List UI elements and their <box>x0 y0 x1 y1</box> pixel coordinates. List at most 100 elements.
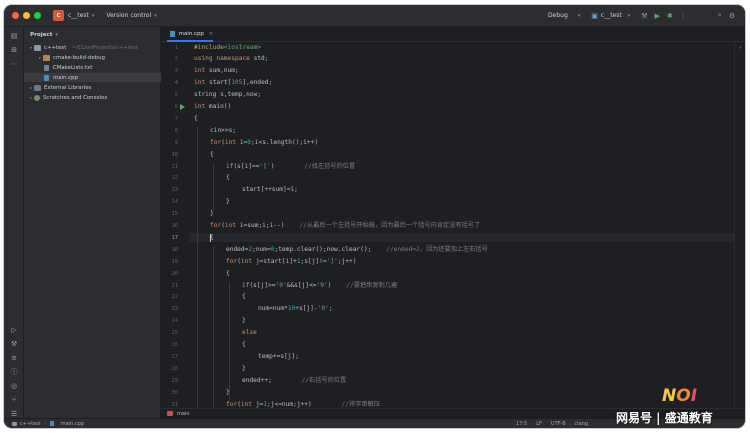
line-number[interactable]: 22 <box>161 293 179 301</box>
line-number[interactable]: 27 <box>161 353 179 361</box>
line-number[interactable]: 14 <box>161 198 179 206</box>
code-line[interactable]: if(s[i]=='[') //找左括号的位置 <box>226 163 355 171</box>
code-line[interactable]: { <box>226 174 230 182</box>
code-line[interactable]: else <box>242 329 257 337</box>
code-line[interactable]: int sum,num; <box>194 67 239 75</box>
run-icon[interactable]: ▶ <box>655 12 660 20</box>
debug-icon[interactable]: ✱ <box>667 12 673 20</box>
services-icon[interactable]: ◎ <box>9 381 19 391</box>
code-line[interactable]: { <box>194 115 198 123</box>
line-number[interactable]: 10 <box>161 151 179 159</box>
line-number[interactable]: 24 <box>161 317 179 325</box>
checkmark-icon[interactable]: ✓ <box>737 45 744 51</box>
code-line[interactable]: } <box>226 389 230 397</box>
line-number[interactable]: 18 <box>161 246 179 254</box>
breadcrumb-function[interactable]: main <box>177 411 190 417</box>
code-style[interactable]: clang <box>574 421 588 427</box>
zoom-window-button[interactable] <box>34 12 41 19</box>
line-number[interactable]: 29 <box>161 377 179 385</box>
line-number[interactable]: 21 <box>161 282 179 290</box>
line-number[interactable]: 23 <box>161 305 179 313</box>
line-number[interactable]: 4 <box>161 79 178 87</box>
code-line[interactable]: { <box>242 341 246 349</box>
code-line[interactable]: ended++; //右括号的位置 <box>242 377 346 385</box>
line-number[interactable]: 28 <box>161 365 179 373</box>
search-icon[interactable]: ⌕ <box>718 11 722 20</box>
build-config-dropdown[interactable]: Debug <box>548 12 568 19</box>
more-icon[interactable]: ⋯ <box>9 59 19 69</box>
run-icon[interactable]: ▷ <box>9 325 19 335</box>
code-line[interactable]: { <box>210 151 214 159</box>
minimize-window-button[interactable] <box>23 12 30 19</box>
build-icon[interactable]: ⚒ <box>641 12 647 20</box>
code-line[interactable]: start[++sum]=i; <box>242 186 298 194</box>
code-line[interactable]: cin>>s; <box>210 127 236 135</box>
code-line[interactable]: int start[105],ended; <box>194 79 272 87</box>
code-line[interactable]: if(s[j]>='0'&&s[j]<='9') //要把串复制几遍 <box>242 282 397 290</box>
problems-icon[interactable]: ⓘ <box>9 367 19 377</box>
line-number[interactable]: 25 <box>161 329 179 337</box>
line-number[interactable]: 1 <box>161 44 178 52</box>
tree-item[interactable]: ▸ Scratches and Consoles <box>24 93 161 102</box>
build-icon[interactable]: ⚒ <box>9 339 19 349</box>
caret-position[interactable]: 17:5 <box>516 421 527 427</box>
terminal-icon[interactable]: ≡ <box>9 353 19 363</box>
tree-item[interactable]: ▸ External Libraries <box>24 83 161 92</box>
breadcrumb-project[interactable]: c++test <box>20 421 41 427</box>
tree-item[interactable]: CMakeLists.txt <box>24 63 161 72</box>
line-number[interactable]: 6 <box>161 103 178 111</box>
line-number[interactable]: 19 <box>161 258 179 266</box>
code-line[interactable]: string s,temp,now; <box>194 91 261 99</box>
vcs-dropdown[interactable]: Version control <box>106 12 151 19</box>
git-icon[interactable]: ⑂ <box>9 395 19 405</box>
code-line[interactable]: } <box>210 210 214 218</box>
code-line[interactable]: for(int i=0;i<s.length();i++) <box>210 139 318 147</box>
line-number[interactable]: 5 <box>161 91 178 99</box>
tree-item[interactable]: ▾ c++test ~/CLionProjects/c++test <box>24 43 161 52</box>
line-number[interactable]: 3 <box>161 67 178 75</box>
code-line[interactable]: num=num*10+s[j]-'0'; <box>258 305 333 313</box>
code-line[interactable]: int main() <box>194 103 231 111</box>
tab-main-cpp[interactable]: main.cpp × <box>167 27 213 42</box>
tree-item[interactable]: main.cpp <box>24 73 161 82</box>
run-config-dropdown[interactable]: ▣ c__test ▾ <box>587 11 634 21</box>
code-editor[interactable]: #include<iostream> using namespace std; in… <box>189 42 734 408</box>
code-line[interactable]: } <box>226 198 230 206</box>
code-line[interactable]: { <box>242 293 246 301</box>
code-line[interactable]: } <box>242 365 246 373</box>
line-number[interactable]: 20 <box>161 270 179 278</box>
code-line[interactable]: ended=2;num=0;temp.clear();now.clear(); … <box>226 246 488 254</box>
code-line[interactable]: } <box>242 317 246 325</box>
close-window-button[interactable] <box>12 12 19 19</box>
code-line[interactable]: for(int j=1;j<=num;j++) //将字串解压 <box>226 401 380 409</box>
code-line[interactable]: { <box>226 270 230 278</box>
line-number[interactable]: 11 <box>161 163 179 171</box>
line-separator[interactable]: LF <box>536 421 542 427</box>
breadcrumb-file[interactable]: main.cpp <box>61 421 84 427</box>
code-line[interactable]: temp+=s[j]; <box>258 353 299 361</box>
project-name-dropdown[interactable]: c__test <box>68 12 89 19</box>
line-number[interactable]: 2 <box>161 55 178 63</box>
line-number[interactable]: 12 <box>161 174 179 182</box>
code-line[interactable]: #include<iostream> <box>194 44 261 52</box>
project-panel-header[interactable]: Project ▾ <box>24 27 160 43</box>
line-number[interactable]: 26 <box>161 341 179 349</box>
line-number[interactable]: 9 <box>161 139 178 147</box>
file-encoding[interactable]: UTF-8 <box>551 421 566 427</box>
line-number[interactable]: 8 <box>161 127 178 135</box>
folder-icon[interactable]: ▤ <box>9 31 19 41</box>
code-line[interactable]: using namespace std; <box>194 55 269 63</box>
code-line[interactable]: for(int j=start[i]+1;s[j]!=']';j++) <box>226 258 356 266</box>
code-line[interactable]: for(int i=sum;i;i--) //从最后一个左括号开始做，因为最后一… <box>210 222 480 230</box>
line-number[interactable]: 13 <box>161 186 179 194</box>
more-actions-icon[interactable]: ⋮ <box>680 12 687 20</box>
line-number[interactable]: 7 <box>161 115 178 123</box>
line-number[interactable]: 30 <box>161 389 179 397</box>
settings-icon[interactable]: ⚙ <box>729 12 735 20</box>
structure-icon[interactable]: ⊞ <box>9 45 19 55</box>
line-number[interactable]: 17 <box>161 234 179 242</box>
line-number[interactable]: 15 <box>161 210 179 218</box>
close-icon[interactable]: × <box>209 31 213 37</box>
tree-item[interactable]: ▸ cmake-build-debug <box>24 53 161 62</box>
run-gutter-icon[interactable] <box>180 104 185 110</box>
